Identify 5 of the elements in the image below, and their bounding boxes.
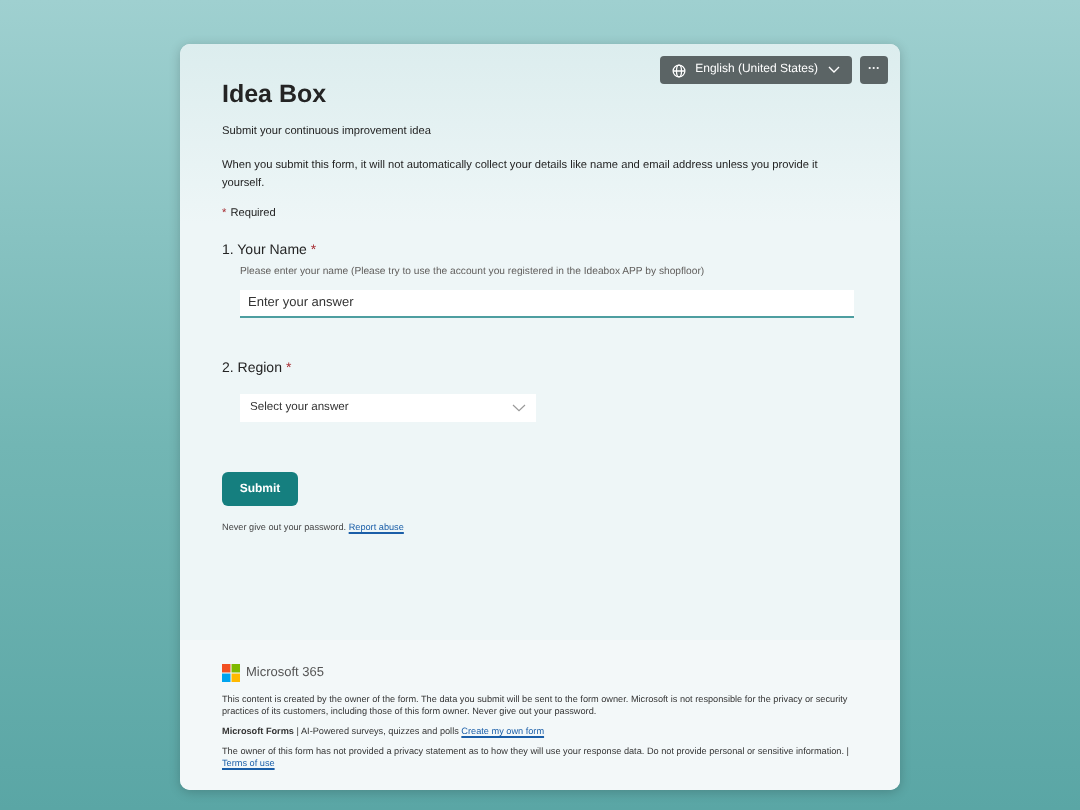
chevron-down-icon (512, 403, 526, 412)
four-squares-logo-icon (222, 663, 240, 682)
globe-icon (671, 63, 686, 77)
form-title: Idea Box (222, 80, 329, 108)
chevron-down-icon (828, 66, 840, 74)
